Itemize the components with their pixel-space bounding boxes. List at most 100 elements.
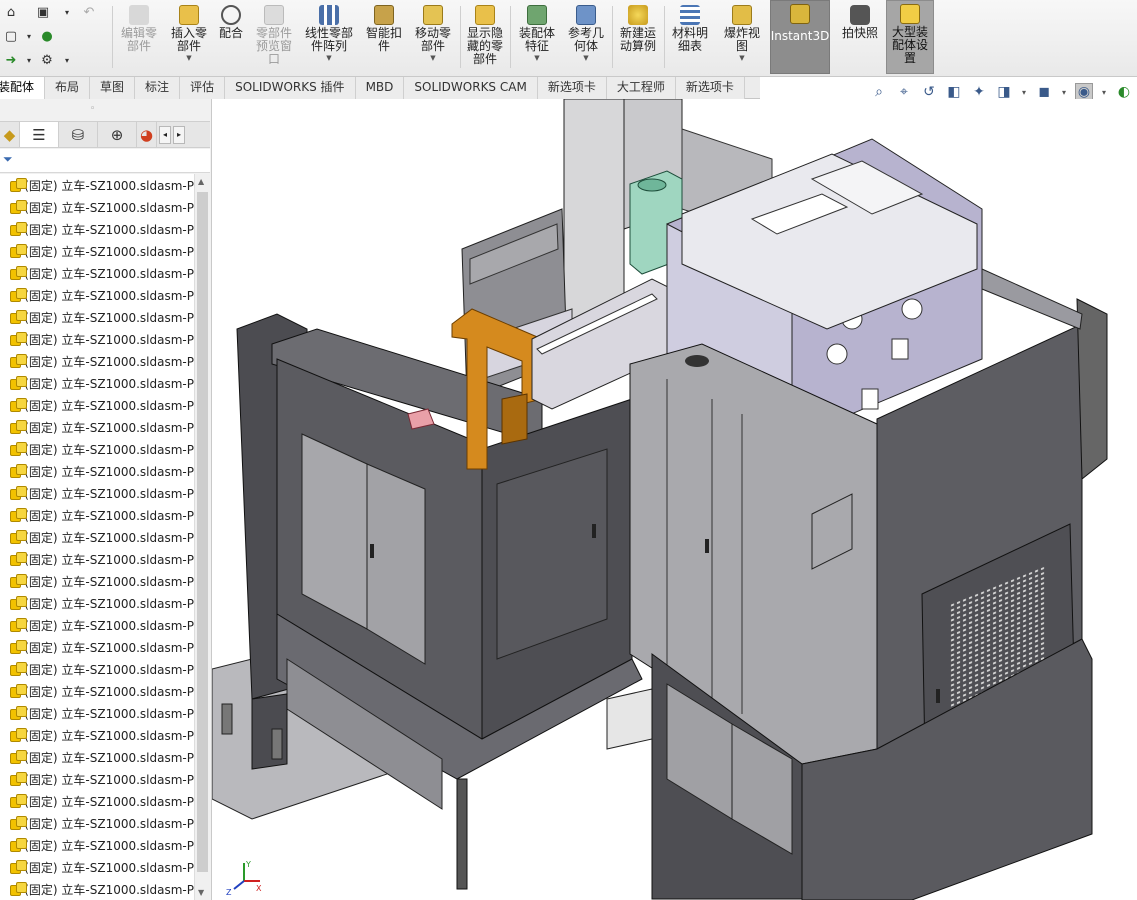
panel-grip-icon[interactable]: ◦ bbox=[90, 104, 95, 114]
scroll-down-icon[interactable]: ▼ bbox=[198, 888, 204, 897]
tab-assembly[interactable]: 装配体 bbox=[0, 77, 46, 99]
tree-item-subassembly[interactable]: (固定) 立车-SZ1000.sldasm-P bbox=[0, 306, 194, 328]
instant3d-button[interactable]: Instant3D bbox=[770, 0, 830, 74]
tree-item-subassembly[interactable]: (固定) 立车-SZ1000.sldasm-P bbox=[0, 724, 194, 746]
scrollbar-thumb[interactable] bbox=[197, 192, 208, 872]
tree-item-subassembly[interactable]: (固定) 立车-SZ1000.sldasm-P bbox=[0, 438, 194, 460]
tree-item-subassembly[interactable]: (固定) 立车-SZ1000.sldasm-P bbox=[0, 768, 194, 790]
exploded-view-dropdown-icon[interactable]: ▼ bbox=[739, 54, 744, 62]
tree-filter-row[interactable]: ⏷ bbox=[0, 149, 210, 173]
reference-geometry-button[interactable]: 参考几 何体 ▼ bbox=[563, 2, 609, 74]
tree-item-subassembly[interactable]: (固定) 立车-SZ1000.sldasm-P bbox=[0, 834, 194, 856]
subassembly-icon bbox=[10, 288, 28, 302]
assembly-features-dropdown-icon[interactable]: ▼ bbox=[534, 54, 539, 62]
options-gear-icon[interactable]: ⚙ bbox=[36, 50, 58, 70]
traffic-light-icon[interactable]: ● bbox=[36, 26, 58, 46]
tree-item-subassembly[interactable]: (固定) 立车-SZ1000.sldasm-P bbox=[0, 372, 194, 394]
tree-item-subassembly[interactable]: (固定) 立车-SZ1000.sldasm-P bbox=[0, 416, 194, 438]
tree-item-subassembly[interactable]: (固定) 立车-SZ1000.sldasm-P bbox=[0, 592, 194, 614]
assembly-tree-icon[interactable]: ◆ bbox=[0, 122, 20, 147]
tree-item-label: (固定) 立车-SZ1000.sldasm-P bbox=[24, 772, 194, 787]
tree-item-subassembly[interactable]: (固定) 立车-SZ1000.sldasm-P bbox=[0, 218, 194, 240]
tree-item-subassembly[interactable]: (固定) 立车-SZ1000.sldasm-P bbox=[0, 878, 194, 900]
display-manager-tab-icon[interactable]: ◕ bbox=[137, 122, 157, 147]
smart-fasteners-icon bbox=[374, 5, 394, 25]
tree-item-subassembly[interactable]: (固定) 立车-SZ1000.sldasm-P bbox=[0, 746, 194, 768]
tab-scroll-right-icon[interactable]: ▸ bbox=[173, 125, 185, 144]
triad-x-label: X bbox=[256, 884, 262, 893]
tab-solidworks-addins[interactable]: SOLIDWORKS 插件 bbox=[225, 77, 356, 99]
tree-item-subassembly[interactable]: (固定) 立车-SZ1000.sldasm-P bbox=[0, 548, 194, 570]
tree-item-subassembly[interactable]: (固定) 立车-SZ1000.sldasm-P bbox=[0, 570, 194, 592]
linear-component-pattern-button[interactable]: 线性零部 件阵列 ▼ bbox=[300, 2, 358, 74]
feature-tree: (固定) 立车-SZ1000.sldasm-P (固定) 立车-SZ1000.sl… bbox=[0, 174, 194, 900]
linear-pattern-icon bbox=[319, 5, 339, 25]
tree-item-subassembly[interactable]: (固定) 立车-SZ1000.sldasm-P bbox=[0, 680, 194, 702]
tree-vertical-scrollbar[interactable]: ▲ ▼ bbox=[194, 174, 210, 900]
tree-item-subassembly[interactable]: (固定) 立车-SZ1000.sldasm-P bbox=[0, 636, 194, 658]
tree-item-subassembly[interactable]: (固定) 立车-SZ1000.sldasm-P bbox=[0, 328, 194, 350]
triad-z-label: Z bbox=[226, 888, 232, 897]
edit-component-button[interactable]: 编辑零 部件 bbox=[116, 2, 162, 74]
tree-item-subassembly[interactable]: (固定) 立车-SZ1000.sldasm-P bbox=[0, 394, 194, 416]
dimxpert-tab-icon[interactable]: ⊕ bbox=[98, 122, 137, 147]
bill-of-materials-button[interactable]: 材料明 细表 bbox=[667, 2, 713, 74]
tab-new-tab-1[interactable]: 新选项卡 bbox=[537, 77, 607, 99]
tab-solidworks-cam[interactable]: SOLIDWORKS CAM bbox=[404, 77, 538, 99]
tree-item-subassembly[interactable]: (固定) 立车-SZ1000.sldasm-P bbox=[0, 526, 194, 548]
tree-item-label: (固定) 立车-SZ1000.sldasm-P bbox=[24, 486, 194, 501]
tree-item-label: (固定) 立车-SZ1000.sldasm-P bbox=[24, 288, 194, 303]
tab-layout[interactable]: 布局 bbox=[45, 77, 91, 99]
tree-item-subassembly[interactable]: (固定) 立车-SZ1000.sldasm-P bbox=[0, 240, 194, 262]
filter-funnel-icon[interactable]: ⏷ bbox=[3, 152, 13, 167]
property-manager-tab-icon[interactable]: ☰ bbox=[20, 122, 59, 147]
tree-item-subassembly[interactable]: (固定) 立车-SZ1000.sldasm-P bbox=[0, 262, 194, 284]
tree-item-subassembly[interactable]: (固定) 立车-SZ1000.sldasm-P bbox=[0, 482, 194, 504]
insert-components-button[interactable]: 插入零 部件 ▼ bbox=[165, 2, 213, 74]
tab-sketch[interactable]: 草图 bbox=[90, 77, 136, 99]
graphics-area[interactable]: Y X Z bbox=[212, 99, 1137, 900]
tree-item-subassembly[interactable]: (固定) 立车-SZ1000.sldasm-P bbox=[0, 350, 194, 372]
tree-item-subassembly[interactable]: (固定) 立车-SZ1000.sldasm-P bbox=[0, 812, 194, 834]
insert-components-dropdown-icon[interactable]: ▼ bbox=[186, 54, 191, 62]
tab-mbd[interactable]: MBD bbox=[355, 77, 405, 99]
large-assembly-settings-button[interactable]: 大型装 配体设 置 bbox=[886, 0, 934, 74]
move-component-dropdown-icon[interactable]: ▼ bbox=[430, 54, 435, 62]
tree-item-label: (固定) 立车-SZ1000.sldasm-P bbox=[24, 244, 194, 259]
tree-item-subassembly[interactable]: (固定) 立车-SZ1000.sldasm-P bbox=[0, 856, 194, 878]
reference-geometry-dropdown-icon[interactable]: ▼ bbox=[583, 54, 588, 62]
tab-big-engineer[interactable]: 大工程师 bbox=[606, 77, 676, 99]
assembly-features-button[interactable]: 装配体 特征 ▼ bbox=[513, 2, 561, 74]
show-hidden-components-button[interactable]: 显示隐 藏的零 部件 bbox=[462, 2, 508, 74]
tree-item-subassembly[interactable]: (固定) 立车-SZ1000.sldasm-P bbox=[0, 504, 194, 526]
tab-evaluate[interactable]: 评估 bbox=[180, 77, 226, 99]
home-icon[interactable]: ⌂ bbox=[0, 2, 22, 22]
scroll-up-icon[interactable]: ▲ bbox=[198, 177, 204, 186]
save-dropdown-icon[interactable]: ▾ bbox=[56, 2, 78, 22]
tree-item-subassembly[interactable]: (固定) 立车-SZ1000.sldasm-P bbox=[0, 702, 194, 724]
tree-item-subassembly[interactable]: (固定) 立车-SZ1000.sldasm-P bbox=[0, 174, 194, 196]
tab-scroll-left-icon[interactable]: ◂ bbox=[159, 125, 171, 144]
move-component-button[interactable]: 移动零 部件 ▼ bbox=[408, 2, 458, 74]
take-snapshot-button[interactable]: 拍快照 bbox=[836, 2, 884, 74]
options-dropdown-icon[interactable]: ▾ bbox=[56, 50, 78, 70]
tree-item-subassembly[interactable]: (固定) 立车-SZ1000.sldasm-P bbox=[0, 460, 194, 482]
undo-icon[interactable]: ↶ bbox=[78, 2, 100, 22]
exploded-view-button[interactable]: 爆炸视 图 ▼ bbox=[718, 2, 766, 74]
tree-item-subassembly[interactable]: (固定) 立车-SZ1000.sldasm-P bbox=[0, 658, 194, 680]
mate-button[interactable]: 配合 bbox=[214, 2, 248, 74]
tree-item-subassembly[interactable]: (固定) 立车-SZ1000.sldasm-P bbox=[0, 196, 194, 218]
new-motion-study-button[interactable]: 新建运 动算例 bbox=[614, 2, 662, 74]
tab-new-tab-2[interactable]: 新选项卡 bbox=[675, 77, 745, 99]
tree-item-subassembly[interactable]: (固定) 立车-SZ1000.sldasm-P bbox=[0, 614, 194, 636]
motion-study-icon bbox=[628, 5, 648, 25]
tree-item-subassembly[interactable]: (固定) 立车-SZ1000.sldasm-P bbox=[0, 284, 194, 306]
tree-item-subassembly[interactable]: (固定) 立车-SZ1000.sldasm-P bbox=[0, 790, 194, 812]
configuration-manager-tab-icon[interactable]: ⛁ bbox=[59, 122, 98, 147]
tab-markup[interactable]: 标注 bbox=[135, 77, 181, 99]
save-icon[interactable]: ▣ bbox=[32, 2, 54, 22]
smart-fasteners-button[interactable]: 智能扣 件 bbox=[362, 2, 406, 74]
component-preview-window-button[interactable]: 零部件 预览窗 口 bbox=[250, 2, 298, 74]
tree-item-label: (固定) 立车-SZ1000.sldasm-P bbox=[24, 552, 194, 567]
linear-pattern-dropdown-icon[interactable]: ▼ bbox=[326, 54, 331, 62]
